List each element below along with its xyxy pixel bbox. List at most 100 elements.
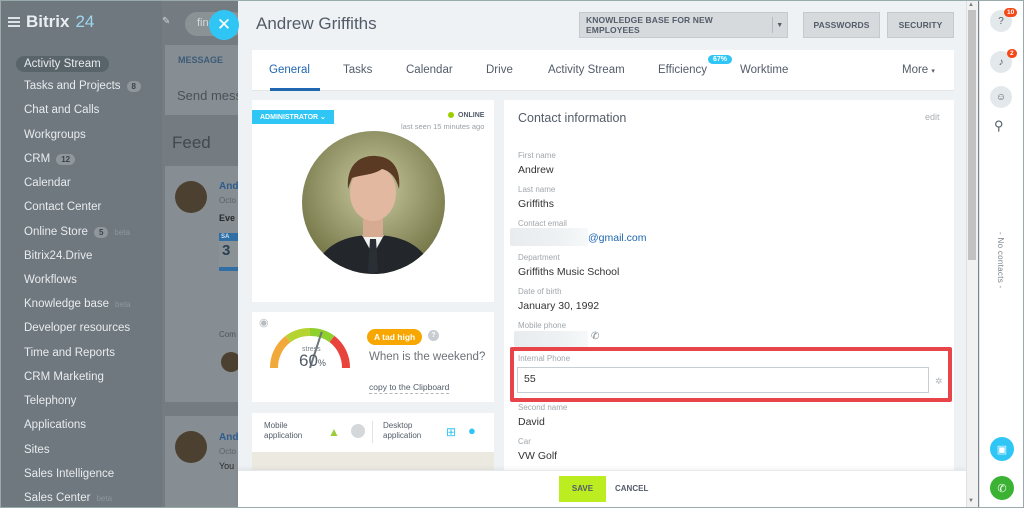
sidebar-item[interactable]: Chat and Calls [24,104,99,116]
contact-email-label: Contact email [518,219,567,228]
sidebar-item[interactable]: Activity Stream [16,56,109,72]
chat-icon[interactable]: ☺ [990,86,1012,108]
stress-comment: When is the weekend? [369,351,486,363]
first-name-value: Andrew [518,164,554,176]
last-name-value: Griffiths [518,198,554,210]
tab-general[interactable]: General [269,64,310,76]
feed-title: Feed [172,133,211,152]
sidebar-item[interactable]: Telephony [24,395,76,407]
tab-drive[interactable]: Drive [486,64,513,76]
message-tab[interactable]: MESSAGE [178,55,223,65]
logo[interactable]: Bitrix 24 [8,12,94,32]
copy-to-clipboard-link[interactable]: copy to the Clipboard [369,382,450,394]
sidebar-item-label: Sites [24,444,50,456]
sidebar-count-badge: 8 [126,80,141,92]
scroll-down-icon[interactable]: ▼ [968,498,974,504]
last-seen: last seen 15 minutes ago [401,122,485,131]
menu-icon[interactable] [8,17,20,27]
send-message-input[interactable]: Send mess [177,88,242,103]
beta-label: beta [114,227,130,237]
sidebar-item[interactable]: Contact Center [24,201,101,213]
sidebar-item[interactable]: Bitrix24.Drive [24,250,92,262]
beta-label: beta [96,493,113,503]
sidebar-item[interactable]: Time and Reports [24,347,115,359]
mobile-phone-blur [514,331,588,347]
mobile-phone-label: Mobile phone [518,321,567,330]
post-text: Eve [219,213,236,223]
android-icon[interactable]: ▲ [328,425,340,439]
sidebar-item[interactable]: Developer resources [24,322,130,334]
contact-email-value[interactable]: @gmail.com [588,232,647,244]
contact-info-title: Contact information [518,111,627,125]
sidebar-count-badge: 5 [93,226,109,238]
apple-mobile-icon[interactable] [351,424,365,438]
help-icon[interactable]: ? [428,330,439,341]
date-of-birth-label: Date of birth [518,287,562,296]
video-call-icon[interactable]: ▣ [990,437,1014,461]
sidebar-item[interactable]: CRM Marketing [24,371,104,383]
scroll-up-icon[interactable]: ▲ [968,2,974,8]
sidebar-item[interactable]: Sales Intelligence [24,468,114,480]
sidebar-item-label: Tasks and Projects [24,80,121,92]
windows-icon[interactable]: ⊞ [446,425,456,439]
edit-link[interactable]: edit [925,112,940,122]
tab-activity-stream[interactable]: Activity Stream [548,64,625,76]
tab-efficiency[interactable]: Efficiency [658,64,707,76]
close-slider-button[interactable]: ✕ [209,10,239,40]
knowledge-base-label: KNOWLEDGE BASE FOR NEW EMPLOYEES [586,15,713,35]
sidebar-item-label: Workgroups [24,129,86,141]
contact-info-card [504,100,954,470]
passwords-button[interactable]: PASSWORDS [803,12,880,38]
close-icon: ✕ [216,15,232,34]
save-button[interactable]: SAVE [559,476,606,502]
knowledge-base-button[interactable]: KNOWLEDGE BASE FOR NEW EMPLOYEES ▼ [579,12,788,38]
comment-label[interactable]: Com [219,330,236,339]
profile-tabs: General Tasks Calendar Drive Activity St… [252,50,954,91]
sidebar-item-label: Online Store [24,226,88,238]
sidebar-item[interactable]: Sales Center beta [24,492,112,504]
stress-level-badge: A tad high [367,329,423,345]
sidebar-item-label: Knowledge base [24,298,110,310]
logo-text: Bitrix [26,12,70,31]
phone-call-icon[interactable]: ✆ [990,476,1014,500]
pencil-icon[interactable]: ✎ [162,16,170,27]
post-author[interactable]: And [219,181,238,192]
sidebar-item-label: Bitrix24.Drive [24,250,93,262]
profile-avatar[interactable] [302,131,445,274]
tab-worktime[interactable]: Worktime [740,64,788,76]
post-author[interactable]: And [219,432,238,443]
email-blur [510,228,588,246]
search-icon[interactable]: ⚲ [994,118,1004,134]
sidebar-item-label: Chat and Calls [24,104,100,116]
notification-badge: 2 [1007,49,1017,58]
sidebar-item-label: CRM Marketing [24,371,104,383]
sidebar-item[interactable]: Knowledge base beta [24,298,131,310]
sidebar-item[interactable]: CRM 12 [24,153,76,165]
sidebar-item[interactable]: Tasks and Projects 8 [24,80,141,92]
tab-tasks[interactable]: Tasks [343,64,372,76]
chevron-down-icon[interactable]: ▼ [771,17,787,33]
sidebar-item[interactable]: Applications [24,419,86,431]
scrollbar-thumb[interactable] [968,10,976,260]
car-label: Car [518,437,531,446]
sidebar-item[interactable]: Online Store 5 beta [24,226,130,238]
security-button[interactable]: SECURITY [887,12,954,38]
tab-calendar[interactable]: Calendar [406,64,453,76]
phone-icon[interactable]: ✆ [591,331,599,342]
sidebar-item-label: Workflows [24,274,77,286]
last-name-label: Last name [518,185,556,194]
sidebar-item-label: CRM [24,153,51,165]
tab-more[interactable]: More ▾ [902,64,935,76]
sidebar-item-label: Contact Center [24,201,102,213]
sidebar-item[interactable]: Workgroups [24,129,86,141]
sidebar-item-label: Activity Stream [24,58,101,70]
role-badge[interactable]: ADMINISTRATOR ⌄ [252,110,334,124]
apple-icon[interactable]: ● [468,423,476,438]
cancel-button[interactable]: CANCEL [615,484,648,493]
sidebar-item[interactable]: Sites [24,444,50,456]
beta-label: beta [115,299,131,309]
sidebar-item[interactable]: Workflows [24,274,77,286]
post-text: You [219,461,235,471]
sidebar-item[interactable]: Calendar [24,177,71,189]
profile-panel: Andrew Griffiths KNOWLEDGE BASE FOR NEW … [238,0,966,508]
